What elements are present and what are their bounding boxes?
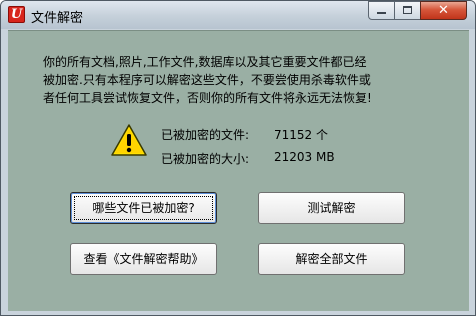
- close-icon: ✕: [438, 3, 449, 18]
- view-help-button-label: 查看《文件解密帮助》: [83, 252, 204, 266]
- encrypted-files-value: 71152 个: [274, 128, 328, 142]
- decrypt-window: U 文件解密 ✕ 你的所有文档,照片,工作文件,数据库以及其它重要文件都已经 被…: [0, 0, 476, 316]
- close-button[interactable]: ✕: [420, 1, 467, 20]
- test-decrypt-button[interactable]: 测试解密: [258, 192, 405, 224]
- warning-icon: [111, 124, 147, 156]
- title-bar[interactable]: U 文件解密 ✕: [1, 1, 475, 29]
- message-line: 者任何工具尝试恢复文件，否则你的所有文件将永远无法恢复!: [43, 91, 372, 105]
- window-title: 文件解密: [31, 11, 84, 26]
- maximize-button[interactable]: [394, 1, 421, 20]
- decrypt-all-button-label: 解密全部文件: [295, 252, 368, 266]
- encrypted-files-label: 已被加密的文件:: [161, 128, 250, 142]
- app-shield-icon: U: [8, 6, 25, 23]
- minimize-icon: [377, 12, 386, 14]
- encrypted-size-value: 21203 MB: [274, 150, 335, 164]
- dialog-body: 你的所有文档,照片,工作文件,数据库以及其它重要文件都已经 被加密.只有本程序可…: [8, 30, 469, 311]
- message-line: 你的所有文档,照片,工作文件,数据库以及其它重要文件都已经: [43, 55, 367, 69]
- ransom-message: 你的所有文档,照片,工作文件,数据库以及其它重要文件都已经 被加密.只有本程序可…: [43, 53, 443, 107]
- maximize-icon: [403, 6, 412, 14]
- which-files-button[interactable]: 哪些文件已被加密?: [70, 192, 217, 224]
- decrypt-all-button[interactable]: 解密全部文件: [258, 243, 405, 275]
- encrypted-size-label: 已被加密的大小:: [161, 152, 250, 166]
- view-help-button[interactable]: 查看《文件解密帮助》: [70, 243, 217, 275]
- which-files-button-label: 哪些文件已被加密?: [92, 201, 195, 215]
- message-line: 被加密.只有本程序可以解密这些文件，不要尝使用杀毒软件或: [43, 73, 371, 87]
- test-decrypt-button-label: 测试解密: [307, 201, 356, 215]
- minimize-button[interactable]: [368, 1, 395, 20]
